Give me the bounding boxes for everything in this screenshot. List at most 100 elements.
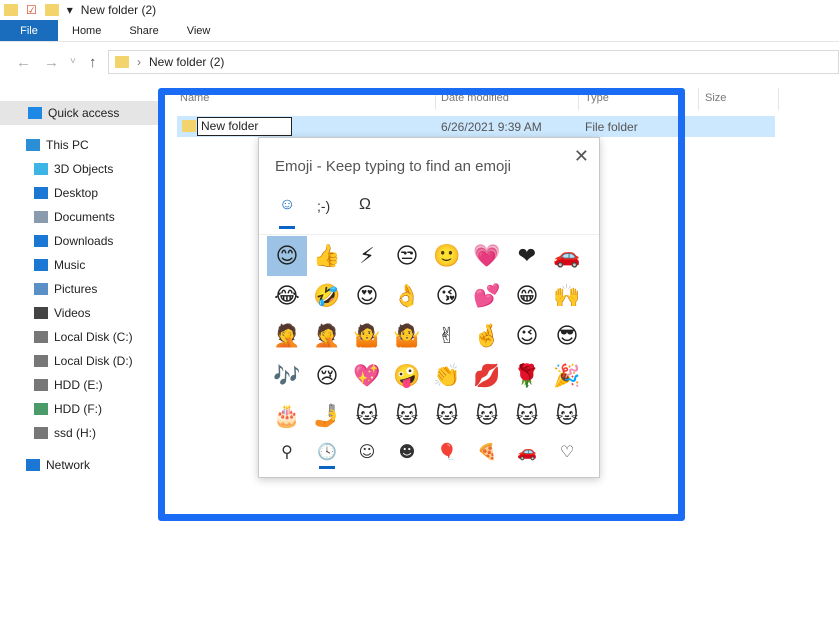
emoji-button[interactable]: 🎉 bbox=[547, 356, 587, 396]
category-symbols-icon[interactable]: ♡ bbox=[547, 436, 587, 466]
emoji-button[interactable]: 😢 bbox=[307, 356, 347, 396]
column-divider[interactable] bbox=[578, 88, 579, 110]
emoji-button[interactable]: 😉 bbox=[507, 316, 547, 356]
sidebar-item-3d-objects[interactable]: 3D Objects bbox=[34, 158, 113, 180]
column-divider[interactable] bbox=[698, 88, 699, 110]
emoji-button[interactable]: 🤣 bbox=[307, 276, 347, 316]
sidebar-item-downloads[interactable]: Downloads bbox=[34, 230, 113, 252]
category-food-icon[interactable]: 🍕 bbox=[467, 436, 507, 466]
emoji-button[interactable]: 💕 bbox=[467, 276, 507, 316]
tab-file[interactable]: File bbox=[0, 20, 58, 41]
tab-kaomoji[interactable]: ;-) bbox=[317, 198, 330, 214]
emoji-button[interactable]: 🐱 bbox=[427, 396, 467, 436]
category-smileys-icon[interactable]: ☺ bbox=[347, 436, 387, 466]
emoji-panel: Emoji - Keep typing to find an emoji ✕ ☺… bbox=[258, 137, 600, 478]
emoji-button[interactable]: 😒 bbox=[387, 236, 427, 276]
emoji-button[interactable]: 🐱 bbox=[467, 396, 507, 436]
sidebar-item-local-disk-c[interactable]: Local Disk (C:) bbox=[34, 326, 133, 348]
title-bar: ☑ ▾ New folder (2) bbox=[0, 0, 839, 20]
emoji-button[interactable]: 😎 bbox=[547, 316, 587, 356]
tab-home[interactable]: Home bbox=[58, 20, 115, 41]
emoji-button[interactable]: ⚡ bbox=[347, 236, 387, 276]
emoji-button[interactable]: 🤷 bbox=[347, 316, 387, 356]
tab-view[interactable]: View bbox=[173, 20, 225, 41]
emoji-button[interactable]: 😁 bbox=[507, 276, 547, 316]
emoji-button[interactable]: 😍 bbox=[347, 276, 387, 316]
emoji-button[interactable]: 🤷 bbox=[387, 316, 427, 356]
address-bar[interactable]: › New folder (2) bbox=[108, 50, 839, 74]
sidebar-item-label: HDD (F:) bbox=[54, 402, 102, 416]
breadcrumb-item[interactable]: New folder (2) bbox=[149, 55, 224, 69]
emoji-panel-title: Emoji - Keep typing to find an emoji bbox=[275, 158, 511, 175]
sidebar-item-label: Videos bbox=[54, 306, 91, 320]
forward-arrow-icon[interactable]: → bbox=[44, 54, 59, 71]
column-divider[interactable] bbox=[435, 88, 436, 110]
emoji-button[interactable]: ❤ bbox=[507, 236, 547, 276]
emoji-button[interactable]: 🎶 bbox=[267, 356, 307, 396]
back-arrow-icon[interactable]: ← bbox=[16, 54, 31, 71]
emoji-button[interactable]: 🙌 bbox=[547, 276, 587, 316]
emoji-button[interactable]: 🐱 bbox=[547, 396, 587, 436]
emoji-button[interactable]: 💗 bbox=[467, 236, 507, 276]
sidebar-item-hdd-f[interactable]: HDD (F:) bbox=[34, 398, 102, 420]
customize-toolbar-icon[interactable]: ▾ bbox=[67, 3, 73, 17]
emoji-button[interactable]: 🚗 bbox=[547, 236, 587, 276]
tab-emoji[interactable]: ☺ bbox=[279, 196, 295, 214]
properties-icon[interactable]: ☑ bbox=[26, 3, 37, 17]
rename-input[interactable]: New folder bbox=[197, 117, 292, 136]
emoji-button[interactable]: 🙂 bbox=[427, 236, 467, 276]
column-name[interactable]: Name bbox=[180, 92, 209, 104]
recent-locations-icon[interactable]: ˅ bbox=[70, 56, 76, 67]
sidebar-item-hdd-e[interactable]: HDD (E:) bbox=[34, 374, 103, 396]
emoji-button[interactable]: 💖 bbox=[347, 356, 387, 396]
emoji-button[interactable]: 😂 bbox=[267, 276, 307, 316]
sidebar-item-pictures[interactable]: Pictures bbox=[34, 278, 97, 300]
emoji-button[interactable]: 🌹 bbox=[507, 356, 547, 396]
emoji-button[interactable]: 🤪 bbox=[387, 356, 427, 396]
emoji-button[interactable]: 👌 bbox=[387, 276, 427, 316]
category-celebration-icon[interactable]: 🎈 bbox=[427, 436, 467, 466]
sidebar-item-network[interactable]: Network bbox=[26, 454, 90, 476]
up-arrow-icon[interactable]: ↑ bbox=[89, 54, 97, 71]
category-search-icon[interactable]: ⚲ bbox=[267, 436, 307, 466]
category-recent-icon[interactable]: 🕓 bbox=[307, 436, 347, 466]
emoji-button[interactable]: 🤦 bbox=[267, 316, 307, 356]
column-size[interactable]: Size bbox=[705, 92, 726, 104]
sidebar-item-ssd-h[interactable]: ssd (H:) bbox=[34, 422, 96, 444]
sidebar-item-label: Local Disk (D:) bbox=[54, 354, 133, 368]
emoji-button[interactable]: 🐱 bbox=[507, 396, 547, 436]
emoji-button[interactable]: ✌ bbox=[427, 316, 467, 356]
tab-symbols[interactable]: Ω bbox=[359, 196, 371, 214]
sidebar-item-documents[interactable]: Documents bbox=[34, 206, 115, 228]
column-divider[interactable] bbox=[778, 88, 779, 110]
star-icon bbox=[28, 107, 42, 119]
emoji-button[interactable]: 🤞 bbox=[467, 316, 507, 356]
sidebar-item-videos[interactable]: Videos bbox=[34, 302, 90, 324]
emoji-button[interactable]: 🐱 bbox=[347, 396, 387, 436]
sidebar-item-local-disk-d[interactable]: Local Disk (D:) bbox=[34, 350, 133, 372]
emoji-button[interactable]: 🎂 bbox=[267, 396, 307, 436]
close-icon[interactable]: ✕ bbox=[574, 146, 589, 167]
column-date-modified[interactable]: Date modified bbox=[441, 92, 509, 104]
emoji-button[interactable]: 👍 bbox=[307, 236, 347, 276]
sidebar-item-quick-access[interactable]: Quick access bbox=[28, 102, 119, 124]
emoji-button[interactable]: 😘 bbox=[427, 276, 467, 316]
new-folder-icon[interactable] bbox=[44, 4, 59, 16]
sidebar-item-music[interactable]: Music bbox=[34, 254, 85, 276]
sidebar-item-desktop[interactable]: Desktop bbox=[34, 182, 98, 204]
emoji-button[interactable]: 👏 bbox=[427, 356, 467, 396]
folder-icon bbox=[115, 56, 129, 68]
emoji-button[interactable]: 💋 bbox=[467, 356, 507, 396]
active-tab-indicator bbox=[279, 226, 295, 229]
drive-icon bbox=[34, 379, 48, 391]
category-people-icon[interactable]: ☻ bbox=[387, 436, 427, 466]
emoji-button[interactable]: 🐱 bbox=[387, 396, 427, 436]
folder-icon bbox=[4, 4, 18, 16]
tab-share[interactable]: Share bbox=[115, 20, 172, 41]
sidebar-item-this-pc[interactable]: This PC bbox=[26, 134, 89, 156]
column-type[interactable]: Type bbox=[585, 92, 609, 104]
emoji-button[interactable]: 🤳 bbox=[307, 396, 347, 436]
category-travel-icon[interactable]: 🚗 bbox=[507, 436, 547, 466]
emoji-button[interactable]: 🤦 bbox=[307, 316, 347, 356]
emoji-button[interactable]: 😊 bbox=[267, 236, 307, 276]
